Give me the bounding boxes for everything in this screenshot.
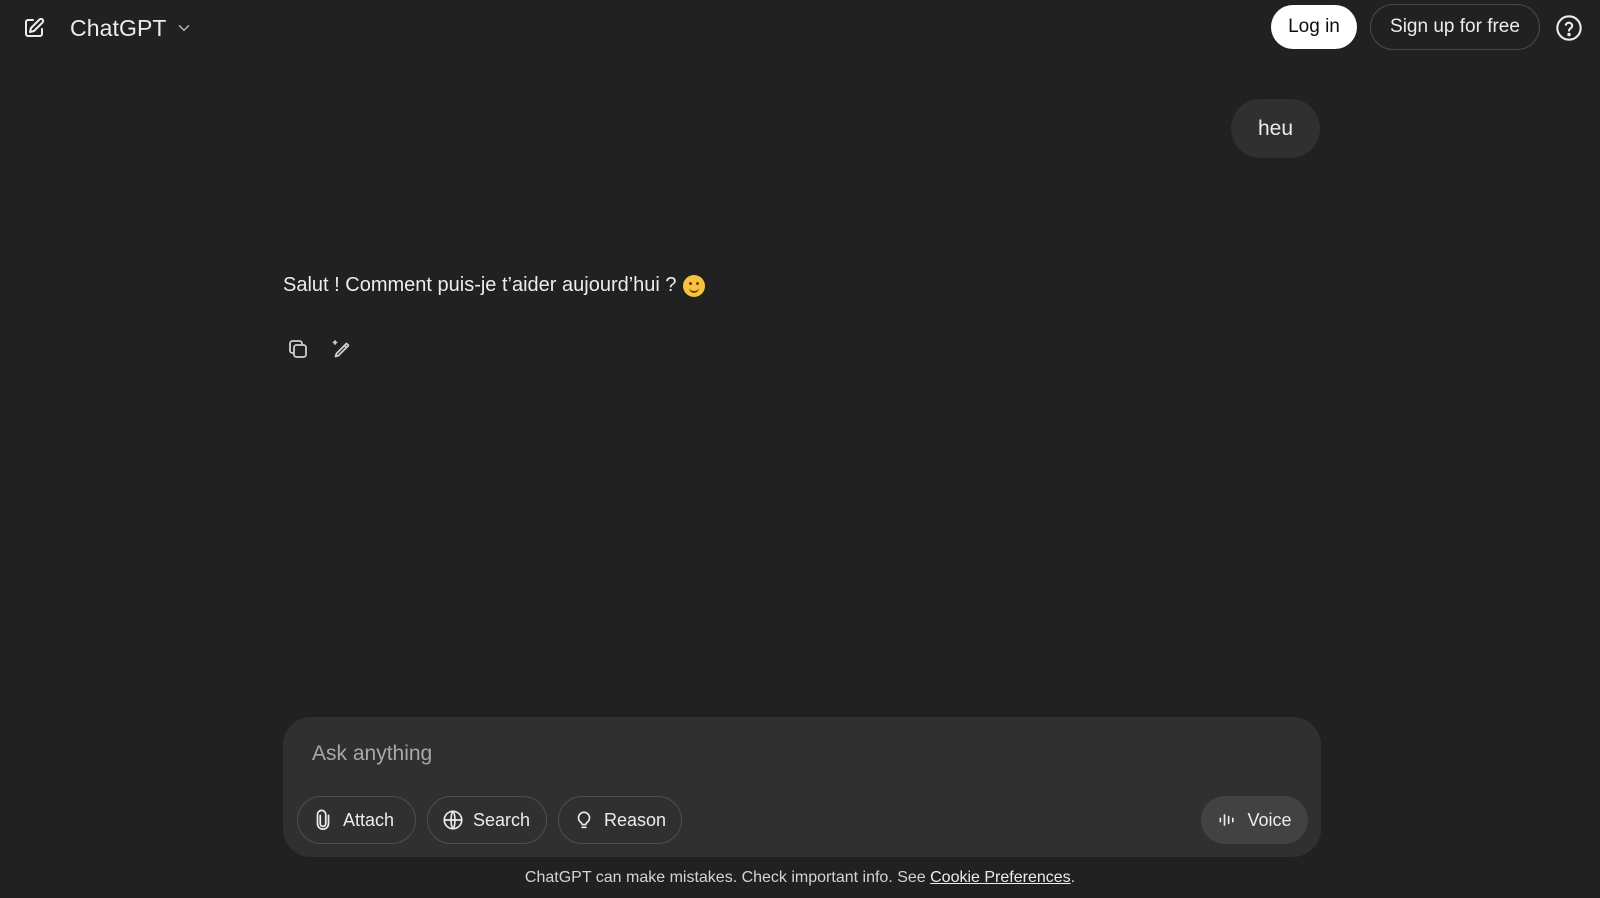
waveform-icon [1217, 810, 1237, 830]
disclaimer-text: ChatGPT can make mistakes. Check importa… [524, 869, 931, 886]
voice-button[interactable]: Voice [1201, 796, 1308, 844]
login-button[interactable]: Log in [1271, 5, 1357, 49]
user-message-bubble: heu [1231, 99, 1321, 158]
edit-response-button[interactable] [326, 333, 358, 365]
attach-label: Attach [343, 809, 395, 830]
help-circle-icon [1555, 14, 1583, 42]
signup-button[interactable]: Sign up for free [1370, 4, 1540, 50]
assistant-message-text: Salut ! Comment puis-je t’aider aujourd’… [283, 274, 677, 296]
magic-pencil-icon [330, 337, 354, 361]
search-label: Search [473, 809, 531, 830]
user-message-text: heu [1258, 116, 1294, 140]
search-button[interactable]: Search [427, 796, 547, 844]
reason-label: Reason [604, 809, 667, 830]
smiling-face-emoji-icon [682, 274, 705, 297]
help-button[interactable] [1553, 12, 1585, 44]
model-switcher[interactable]: ChatGPT [62, 10, 201, 46]
model-name: ChatGPT [70, 14, 167, 41]
chat-page: ChatGPT Log in Sign up for free heu Salu… [0, 0, 1600, 898]
new-chat-button[interactable] [18, 12, 50, 44]
message-actions [282, 333, 358, 365]
lightbulb-icon [573, 809, 595, 831]
globe-icon [442, 809, 464, 831]
composer: Attach Search Reason [283, 717, 1321, 857]
reason-button[interactable]: Reason [558, 796, 682, 844]
disclaimer: ChatGPT can make mistakes. Check importa… [0, 869, 1600, 887]
edit-square-icon [22, 16, 46, 40]
copy-button[interactable] [282, 333, 314, 365]
disclaimer-end: . [1070, 869, 1076, 886]
assistant-message: Salut ! Comment puis-je t’aider aujourd’… [283, 274, 705, 297]
cookie-preferences-link[interactable]: Cookie Preferences [930, 869, 1071, 886]
voice-label: Voice [1247, 809, 1292, 830]
top-bar: ChatGPT Log in Sign up for free [0, 0, 1600, 56]
copy-icon [286, 337, 310, 361]
chevron-down-icon [175, 19, 193, 37]
paperclip-icon [312, 809, 334, 831]
attach-button[interactable]: Attach [297, 796, 416, 844]
prompt-input[interactable] [310, 733, 1294, 775]
